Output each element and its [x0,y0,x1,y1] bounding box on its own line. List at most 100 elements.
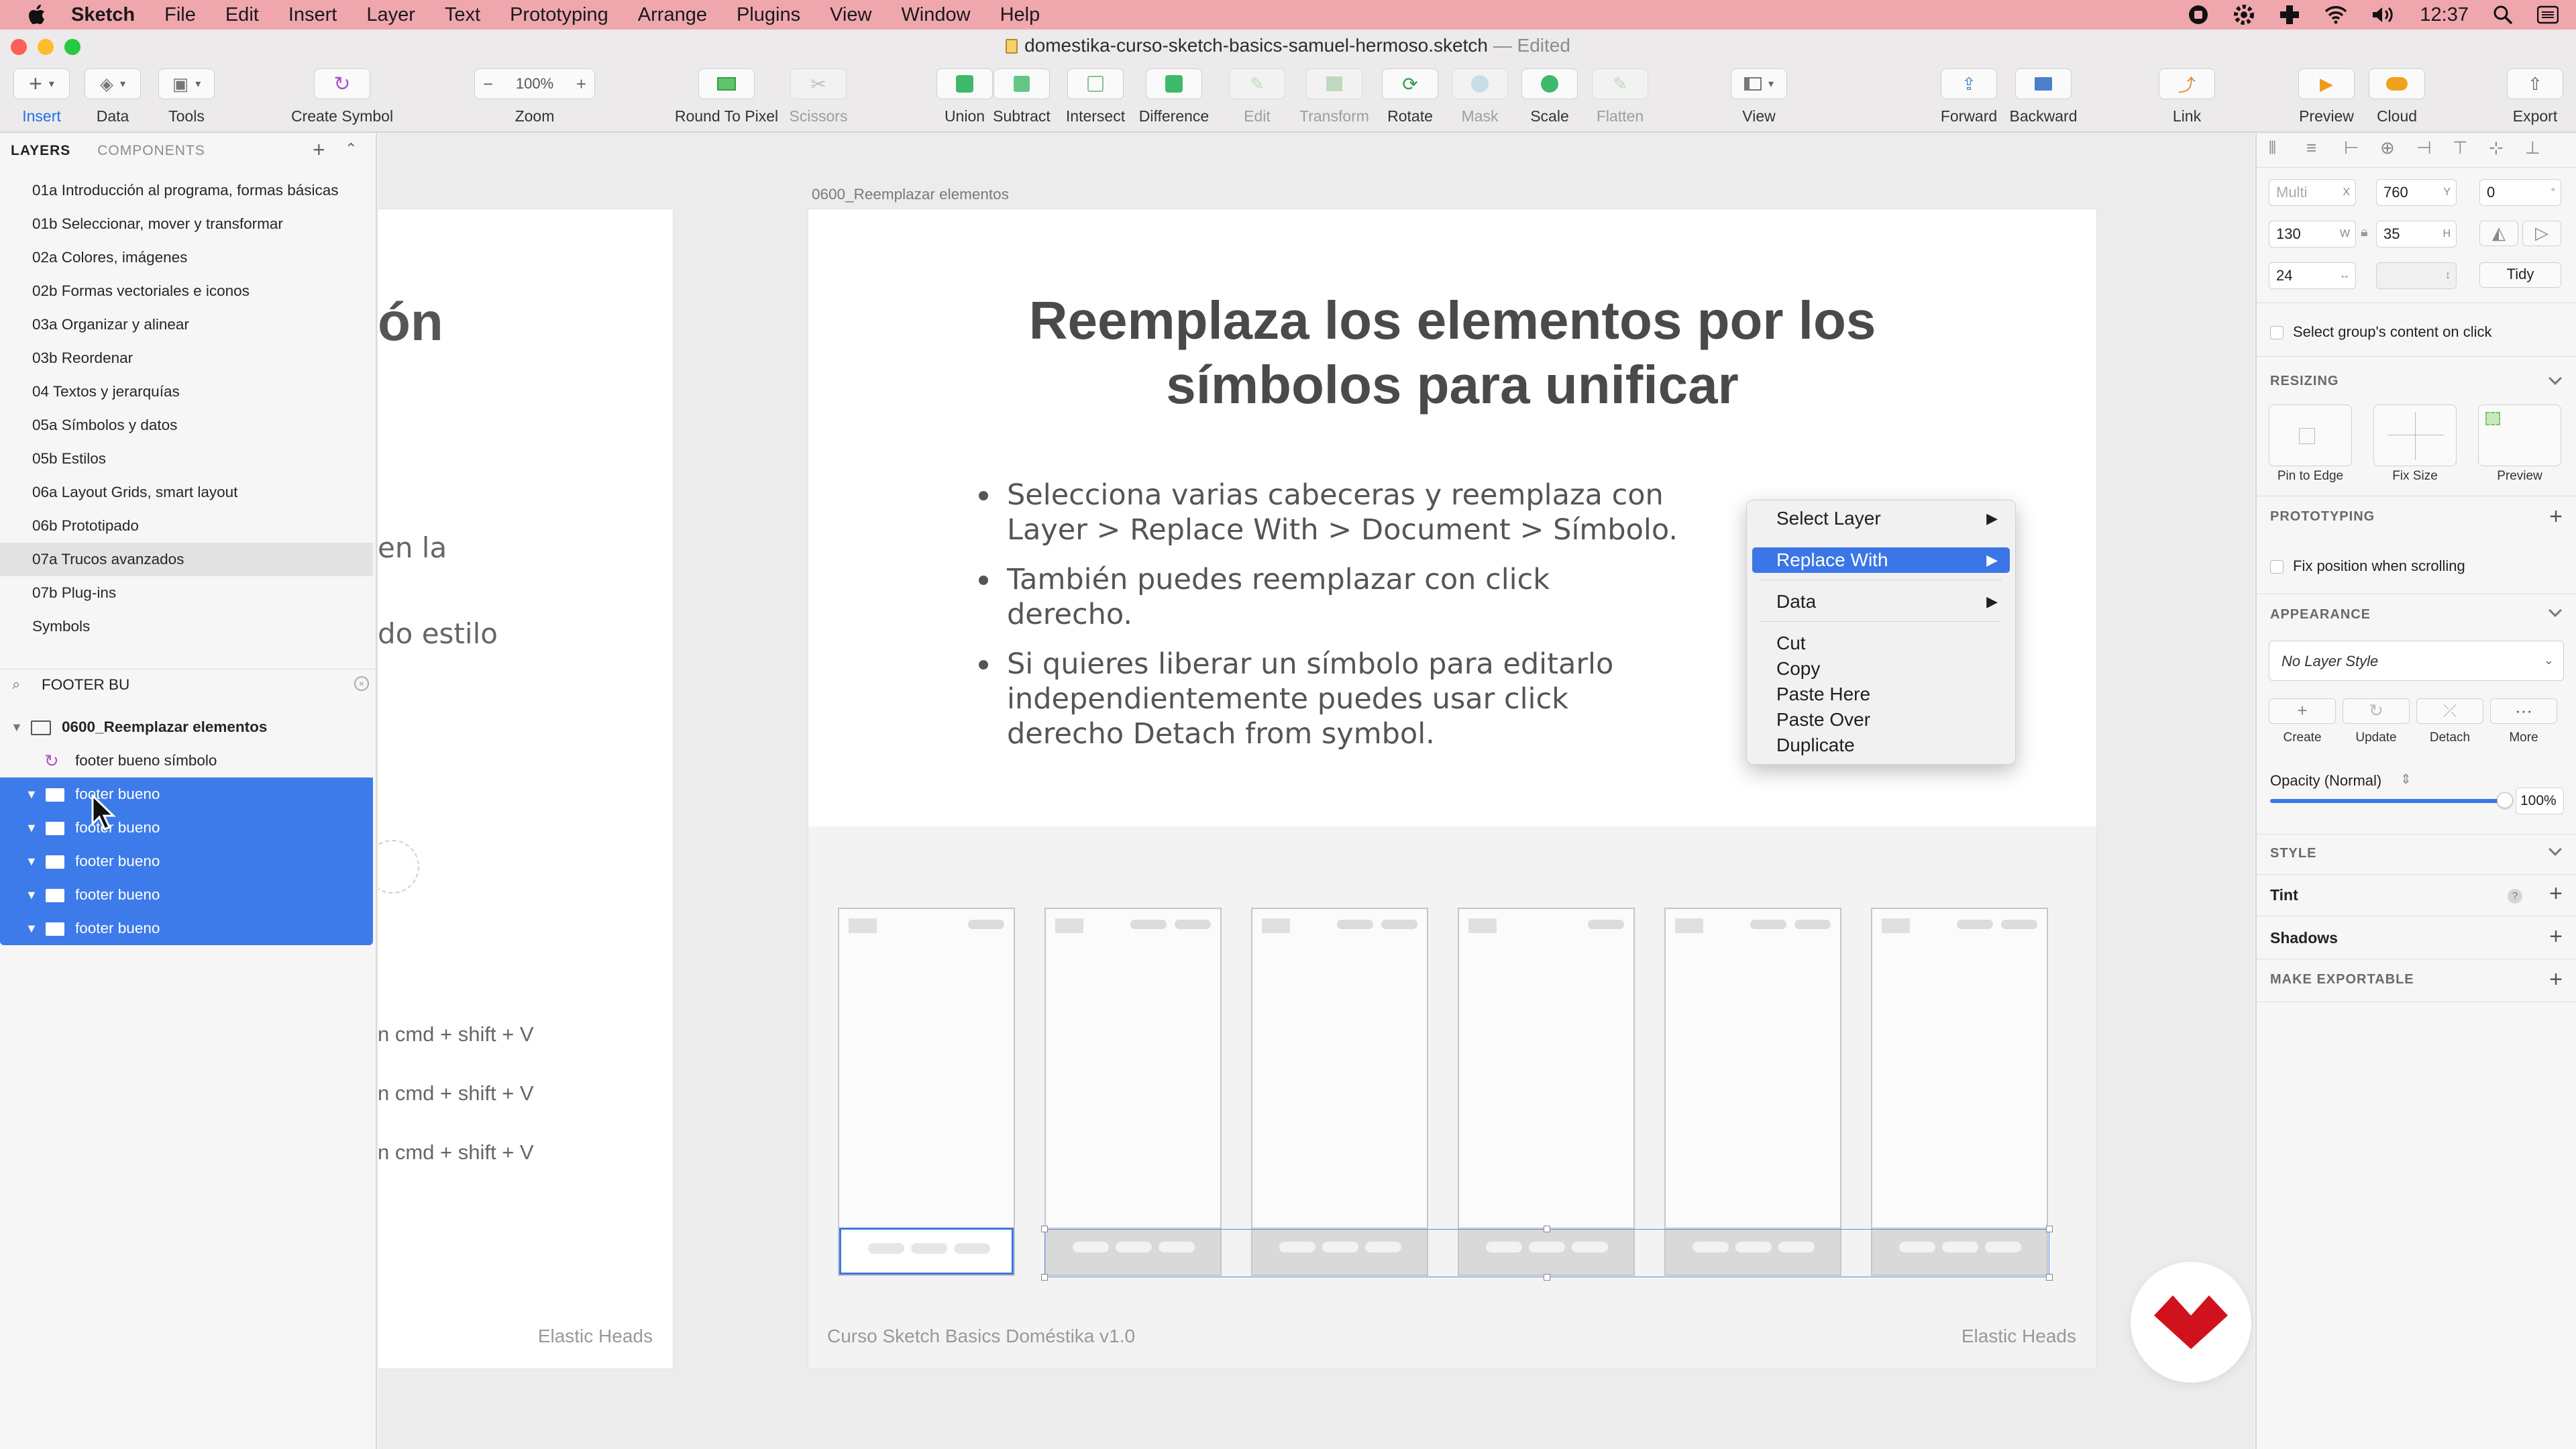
resize-handle[interactable] [1544,1274,1550,1281]
menu-edit[interactable]: Edit [225,4,259,26]
mask-button[interactable] [1452,68,1508,99]
round-to-pixel-button[interactable] [698,68,755,99]
page-item[interactable]: 02a Colores, imágenes [0,241,373,274]
add-export-icon[interactable]: + [2549,968,2563,991]
menu-item-copy[interactable]: Copy [1752,656,2010,682]
page-item[interactable]: 02b Formas vectoriales e iconos [0,274,373,308]
tab-components[interactable]: COMPONENTS [97,143,205,159]
collapse-resizing-icon[interactable] [2548,372,2562,385]
zoom-out-icon[interactable]: − [483,74,493,95]
detach-style-button[interactable]: ⤫ [2416,698,2483,724]
intersect-button[interactable] [1067,68,1124,99]
resize-handle[interactable] [1544,1226,1550,1232]
add-tint-icon[interactable]: + [2549,882,2563,905]
menu-window[interactable]: Window [901,4,970,26]
collapse-appearance-icon[interactable] [2548,604,2562,617]
zoom-value[interactable]: 100% [516,75,553,93]
phone-mockup[interactable] [838,908,1015,1276]
phone-mockup[interactable] [1871,908,2048,1276]
layer-style-dropdown[interactable]: No Layer Style ⌄ [2269,641,2564,681]
distribute-horizontal-icon[interactable]: ⫴ [2269,138,2276,159]
more-style-button[interactable]: ··· [2490,698,2557,724]
record-icon[interactable] [2188,4,2209,25]
align-bottom-icon[interactable]: ⊥ [2525,138,2540,158]
page-item-selected[interactable]: 07a Trucos avanzados [0,543,373,576]
main-artboard[interactable]: Reemplaza los elementos por los símbolos… [808,209,2097,1369]
add-prototyping-icon[interactable]: + [2549,505,2563,528]
fix-size-control[interactable] [2373,405,2457,466]
align-middle-icon[interactable]: ⊹ [2489,138,2504,158]
menu-layer[interactable]: Layer [366,4,415,26]
menu-prototyping[interactable]: Prototyping [510,4,608,26]
preview-button[interactable]: ▶ [2298,68,2355,99]
menu-view[interactable]: View [830,4,871,26]
subtract-button[interactable] [994,68,1050,99]
fix-position-checkbox[interactable] [2270,560,2284,574]
view-button[interactable]: ▾ [1731,68,1787,99]
distribute-vertical-icon[interactable]: ≡ [2306,138,2316,158]
lock-ratio-icon[interactable]: 🔒︎ [2361,225,2368,240]
menu-item-duplicate[interactable]: Duplicate [1752,733,2010,758]
volume-icon[interactable] [2371,5,2396,24]
menu-help[interactable]: Help [1000,4,1040,26]
control-center-icon[interactable] [2537,5,2559,24]
help-icon[interactable]: ? [2508,889,2522,904]
page-item[interactable]: 03a Organizar y alinear [0,308,373,341]
edit-button[interactable]: ✎ [1229,68,1285,99]
menu-file[interactable]: File [164,4,196,26]
page-item[interactable]: 05a Símbolos y datos [0,409,373,442]
menu-item-data[interactable]: Data ▶ [1752,589,2010,614]
menu-app-sketch[interactable]: Sketch [71,4,135,26]
insert-button[interactable]: + ▾ [13,68,70,99]
menu-arrange[interactable]: Arrange [638,4,707,26]
align-center-icon[interactable]: ⊕ [2380,138,2395,158]
page-item[interactable]: 01a Introducción al programa, formas bás… [0,174,373,207]
resize-handle[interactable] [2046,1274,2053,1281]
selection-bounds[interactable] [1041,1226,2053,1281]
artboard-layer-row[interactable]: ▼ 0600_Reemplazar elementos [0,710,373,744]
align-right-icon[interactable]: ⊣ [2416,138,2432,158]
resize-handle[interactable] [2046,1226,2053,1232]
create-symbol-button[interactable]: ↻ [314,68,370,99]
difference-button[interactable] [1146,68,1202,99]
clock[interactable]: 12:37 [2420,4,2469,26]
update-style-button[interactable]: ↻ [2343,698,2410,724]
group-layer-row[interactable]: ▼ footer bueno [0,912,373,945]
page-item[interactable]: 05b Estilos [0,442,373,476]
selected-footer[interactable] [839,1228,1014,1275]
horizontal-spacing-field[interactable]: 24 ↔ [2269,262,2356,289]
align-left-icon[interactable]: ⊢ [2344,138,2359,158]
collapse-pages-icon[interactable]: ⌃ [345,140,357,158]
page-item[interactable]: 07b Plug-ins [0,576,373,610]
backward-button[interactable] [2015,68,2072,99]
disclosure-open-icon[interactable]: ▼ [11,710,23,744]
add-page-icon[interactable]: + [313,138,325,162]
menu-item-replace-with[interactable]: Replace With ▶ [1752,547,2010,573]
rotate-button[interactable]: ⟳ [1382,68,1438,99]
opacity-field[interactable]: 100% [2516,788,2564,814]
page-item[interactable]: 04 Textos y jerarquías [0,375,373,409]
menu-plugins[interactable]: Plugins [737,4,800,26]
disclosure-open-icon[interactable]: ▼ [25,878,38,912]
export-button[interactable]: ⇧ [2507,68,2563,99]
layer-filter-input[interactable]: FOOTER BU [42,676,129,694]
artboard-label[interactable]: 0600_Reemplazar elementos [812,186,1009,203]
page-item[interactable]: 06b Prototipado [0,509,373,543]
menu-item-paste-over[interactable]: Paste Over [1752,707,2010,733]
collapse-style-icon[interactable] [2548,843,2562,856]
plus-status-icon[interactable] [2279,4,2300,25]
menu-item-select-layer[interactable]: Select Layer ▶ [1752,506,2010,531]
transform-button[interactable] [1306,68,1362,99]
spotlight-search-icon[interactable] [2493,5,2513,25]
group-layer-row[interactable]: ▼ footer bueno [0,777,373,811]
apple-icon[interactable] [28,5,46,25]
symbol-layer-row[interactable]: ↻ footer bueno símbolo [0,744,373,777]
opacity-slider[interactable] [2270,792,2513,808]
group-layer-row[interactable]: ▼ footer bueno [0,878,373,912]
flip-horizontal-button[interactable]: ◭ [2479,221,2518,246]
disclosure-open-icon[interactable]: ▼ [25,845,38,878]
select-group-content-checkbox[interactable] [2270,326,2284,339]
align-top-icon[interactable]: ⊤ [2453,138,2468,158]
link-button[interactable]: ⤴ [2159,68,2215,99]
opacity-slider-knob[interactable] [2497,792,2513,808]
